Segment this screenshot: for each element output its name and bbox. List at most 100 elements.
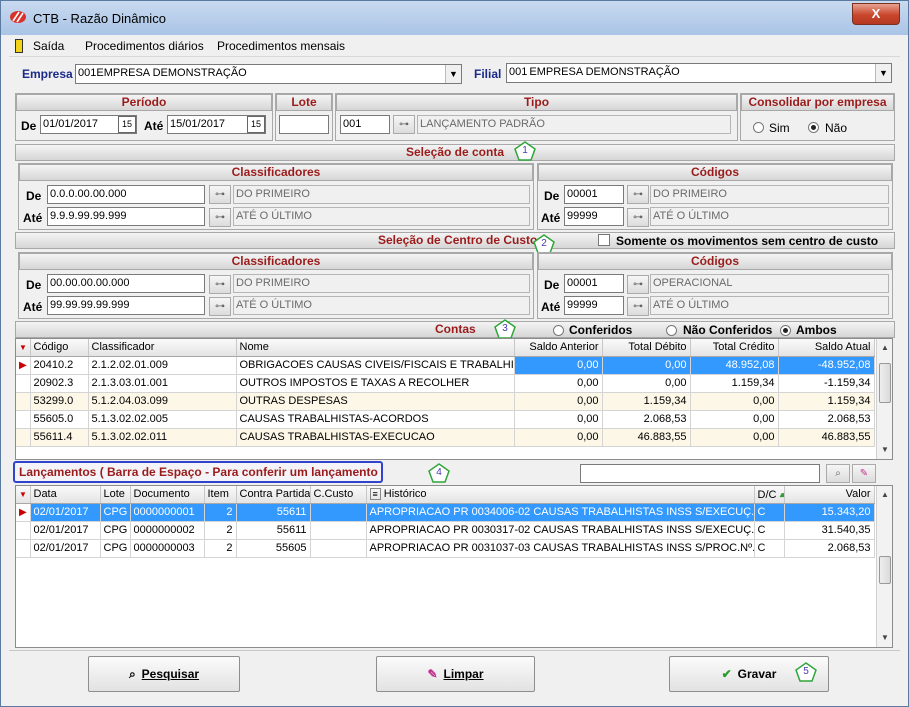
contas-cell: 0,00 [514, 356, 603, 375]
tipo-code-input[interactable]: 001 [340, 115, 390, 134]
lanc-col-lote[interactable]: Lote [100, 486, 131, 504]
binoculars-icon[interactable]: ⊶ [209, 275, 231, 294]
empresa-select[interactable]: 001EMPRESA DEMONSTRAÇÃO ▼ [75, 64, 462, 84]
limpar-button[interactable]: ✎ Limpar [376, 656, 535, 692]
contas-col-total-credito[interactable]: Total Crédito [690, 339, 779, 357]
contas-cell: 5.1.3.02.02.011 [88, 428, 237, 447]
contas-col-classificador[interactable]: Classificador [88, 339, 237, 357]
cc-class-de-input[interactable]: 00.00.00.00.000 [47, 274, 205, 293]
scroll-thumb[interactable] [879, 556, 891, 584]
conta-cod-ate-input[interactable]: 99999 [564, 207, 624, 226]
conta-cod-de-input[interactable]: 00001 [564, 185, 624, 204]
binoculars-icon[interactable]: ⊶ [627, 297, 649, 316]
step-badge-5: 5 [795, 662, 817, 682]
limpar-label: Limpar [443, 667, 484, 681]
eraser-icon[interactable]: ✎ [852, 464, 876, 483]
binoculars-icon[interactable]: ⊶ [627, 208, 649, 227]
filter-ambos-radio[interactable] [780, 325, 791, 336]
menu-item-procedimentos-mensais[interactable]: Procedimentos mensais [217, 39, 345, 53]
table-row[interactable]: 02/01/2017 CPG 0000000003 2 55605 APROPR… [16, 539, 875, 558]
contas-cell: 46.883,55 [778, 428, 875, 447]
binoculars-icon[interactable]: ⊶ [209, 208, 231, 227]
contas-cell: 46.883,55 [602, 428, 691, 447]
periodo-ate-label: Até [144, 119, 164, 133]
table-row[interactable]: ▶ 02/01/2017 CPG 0000000001 2 55611 APRO… [16, 503, 875, 522]
lanc-cell: APROPRIACAO PR 0031037-03 CAUSAS TRABALH… [366, 539, 755, 558]
filter-conferidos-label: Conferidos [569, 323, 633, 337]
filter-nao-conferidos-radio[interactable] [666, 325, 677, 336]
contas-col-total-debito[interactable]: Total Débito [602, 339, 691, 357]
lanc-col-valor[interactable]: Valor [784, 486, 875, 504]
conta-class-ate-desc: ATÉ O ÚLTIMO [233, 207, 530, 226]
calendar-icon[interactable]: 15 [118, 116, 136, 133]
cc-cod-ate-input[interactable]: 99999 [564, 296, 624, 315]
lote-input[interactable] [279, 115, 329, 134]
lanc-col-item[interactable]: Item [204, 486, 237, 504]
contas-cell: -1.159,34 [778, 374, 875, 393]
magnifier-icon[interactable]: ⌕ [826, 464, 850, 483]
contas-col-saldo-atual[interactable]: Saldo Atual [778, 339, 875, 357]
cc-classificadores-title: Classificadores [19, 253, 533, 270]
lanc-col-dc[interactable]: D/C▰ [754, 486, 785, 504]
lanc-col-documento[interactable]: Documento [130, 486, 205, 504]
contas-cell: 55605.0 [30, 410, 89, 429]
contas-cell: -48.952,08 [778, 356, 875, 375]
scroll-up-icon[interactable]: ▲ [878, 341, 892, 355]
lanc-sort-icon[interactable]: ▼ [16, 486, 31, 504]
periodo-title: Período [16, 94, 272, 111]
pesquisar-button[interactable]: ⌕ Pesquisar [88, 656, 240, 692]
contas-col-saldo-anterior[interactable]: Saldo Anterior [514, 339, 603, 357]
binoculars-icon[interactable]: ⊶ [209, 297, 231, 316]
lanc-cell: CPG [100, 539, 131, 558]
table-row[interactable]: 02/01/2017 CPG 0000000002 2 55611 APROPR… [16, 521, 875, 540]
binoculars-icon[interactable]: ⊶ [209, 185, 231, 204]
lanc-cell: 55611 [236, 503, 311, 522]
lanc-cell [310, 521, 367, 540]
lancamentos-title: Lançamentos ( Barra de Espaço - Para con… [13, 461, 383, 483]
consolidar-sim-radio[interactable] [753, 122, 764, 133]
binoculars-icon[interactable]: ⊶ [627, 275, 649, 294]
lanc-col-data[interactable]: Data [30, 486, 101, 504]
lancamentos-search-input[interactable] [580, 464, 820, 483]
conta-class-de-input[interactable]: 0.0.0.00.00.000 [47, 185, 205, 204]
conta-class-ate-input[interactable]: 9.9.9.99.99.999 [47, 207, 205, 226]
empresa-label: Empresa [22, 67, 73, 81]
lanc-col-contra-partida[interactable]: Contra Partida [236, 486, 311, 504]
scroll-down-icon[interactable]: ▼ [878, 443, 892, 457]
binoculars-icon[interactable]: ⊶ [393, 115, 415, 134]
menu-item-procedimentos-diarios[interactable]: Procedimentos diários [85, 39, 204, 53]
contas-sort-icon[interactable]: ▼ [16, 339, 31, 357]
consolidar-title: Consolidar por empresa [741, 94, 894, 111]
close-button[interactable]: X [852, 3, 900, 25]
cc-cod-de-input[interactable]: 00001 [564, 274, 624, 293]
menu-item-saida[interactable]: Saída [33, 39, 64, 53]
contas-cell: 0,00 [514, 374, 603, 393]
binoculars-icon[interactable]: ⊶ [627, 185, 649, 204]
lanc-col-ccusto[interactable]: C.Custo [310, 486, 367, 504]
lanc-cell: APROPRIACAO PR 0034006-02 CAUSAS TRABALH… [366, 503, 755, 522]
table-row[interactable]: 55605.0 5.1.3.02.02.005 CAUSAS TRABALHIS… [16, 410, 875, 429]
lanc-cell [310, 503, 367, 522]
filter-nao-conferidos-label: Não Conferidos [683, 323, 773, 337]
calendar-icon[interactable]: 15 [247, 116, 265, 133]
somente-sem-cc-checkbox[interactable] [598, 234, 610, 246]
step-badge-3: 3 [494, 319, 516, 339]
scroll-down-icon[interactable]: ▼ [878, 631, 892, 645]
table-row[interactable]: ▶ 20410.2 2.1.2.02.01.009 OBRIGACOES CAU… [16, 356, 875, 375]
filial-select[interactable]: 001 EMPRESA DEMONSTRAÇÃO ▼ [506, 63, 892, 83]
contas-col-nome[interactable]: Nome [236, 339, 515, 357]
scroll-thumb[interactable] [879, 363, 891, 403]
scroll-up-icon[interactable]: ▲ [878, 488, 892, 502]
table-row[interactable]: 53299.0 5.1.2.04.03.099 OUTRAS DESPESAS … [16, 392, 875, 411]
table-row[interactable]: 55611.4 5.1.3.02.02.011 CAUSAS TRABALHIS… [16, 428, 875, 447]
consolidar-nao-radio[interactable] [808, 122, 819, 133]
contas-scrollbar[interactable]: ▲ ▼ [876, 339, 892, 459]
table-row[interactable]: 20902.3 2.1.3.03.01.001 OUTROS IMPOSTOS … [16, 374, 875, 393]
contas-col-codigo[interactable]: Código [30, 339, 89, 357]
lanc-cell: 2 [204, 521, 237, 540]
filial-value: EMPRESA DEMONSTRAÇÃO [529, 66, 680, 78]
filter-conferidos-radio[interactable] [553, 325, 564, 336]
lanc-col-historico[interactable]: ≡ Histórico [366, 486, 755, 504]
cc-class-ate-input[interactable]: 99.99.99.99.999 [47, 296, 205, 315]
lancamentos-scrollbar[interactable]: ▲ ▼ [876, 486, 892, 647]
